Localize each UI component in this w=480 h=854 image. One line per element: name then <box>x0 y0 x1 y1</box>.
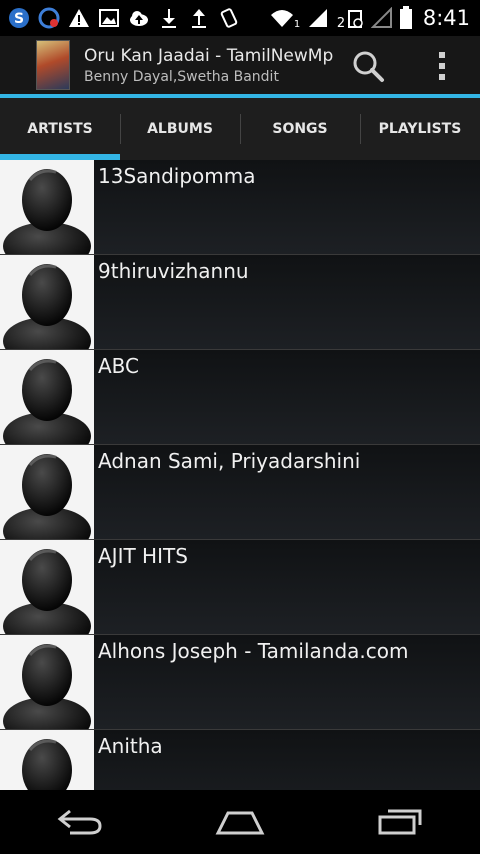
signal-empty-icon <box>370 7 393 29</box>
tab-playlists[interactable]: PLAYLISTS <box>360 98 480 160</box>
overflow-menu-icon[interactable] <box>430 48 454 84</box>
artist-row[interactable]: ABC <box>0 350 480 445</box>
artist-name: Anitha <box>98 734 163 758</box>
tab-songs[interactable]: SONGS <box>240 98 360 160</box>
svg-text:S: S <box>14 11 24 27</box>
artist-avatar-icon <box>0 160 94 254</box>
artist-avatar-icon <box>0 350 94 444</box>
recents-icon[interactable] <box>360 800 440 844</box>
artist-name: ABC <box>98 354 140 378</box>
rotate-icon <box>218 7 240 29</box>
sim2-signal-icon: 2 <box>335 7 365 29</box>
sim2-label: 2 <box>337 16 345 29</box>
warning-icon <box>68 7 90 29</box>
tab-albums[interactable]: ALBUMS <box>120 98 240 160</box>
artist-avatar-icon <box>0 540 94 634</box>
artist-name: 13Sandipomma <box>98 164 256 188</box>
app-icon <box>38 7 60 29</box>
status-bar: S 1 2 8:41 <box>0 0 480 36</box>
search-icon[interactable] <box>350 48 386 84</box>
now-playing-title: Oru Kan Jaadai - TamilNewMp3 <box>84 45 334 66</box>
upload-icon <box>188 7 210 29</box>
artist-row[interactable]: 9thiruvizhannu <box>0 255 480 350</box>
artist-name: Alhons Joseph - Tamilanda.com <box>98 639 409 663</box>
signal-icon <box>307 7 329 29</box>
cloud-upload-icon <box>128 7 150 29</box>
battery-icon <box>399 6 413 29</box>
artist-row[interactable]: AJIT HITS <box>0 540 480 635</box>
wifi-icon: 1 <box>269 7 301 29</box>
artist-row[interactable]: Adnan Sami, Priyadarshini <box>0 445 480 540</box>
artist-avatar-icon <box>0 445 94 539</box>
artist-name: 9thiruvizhannu <box>98 259 249 283</box>
tab-bar: ARTISTS ALBUMS SONGS PLAYLISTS <box>0 98 480 160</box>
tab-artists[interactable]: ARTISTS <box>0 98 120 160</box>
artist-row[interactable]: 13Sandipomma <box>0 160 480 255</box>
artist-avatar-icon <box>0 730 94 790</box>
now-playing-bar[interactable]: Oru Kan Jaadai - TamilNewMp3 Benny Dayal… <box>0 36 480 94</box>
navigation-bar <box>0 790 480 854</box>
artist-list[interactable]: 13Sandipomma 9thiruvizhannu ABC Adnan Sami,… <box>0 160 480 790</box>
clock: 8:41 <box>422 6 470 30</box>
download-icon <box>158 7 180 29</box>
image-icon <box>98 7 120 29</box>
wifi-label: 1 <box>294 19 300 29</box>
now-playing-artist: Benny Dayal,Swetha Bandit <box>84 68 279 85</box>
now-playing-text[interactable]: Oru Kan Jaadai - TamilNewMp3 Benny Dayal… <box>84 46 334 85</box>
artist-avatar-icon <box>0 255 94 349</box>
back-icon[interactable] <box>40 800 120 844</box>
album-art[interactable] <box>36 40 70 90</box>
artist-name: Adnan Sami, Priyadarshini <box>98 449 361 473</box>
artist-avatar-icon <box>0 635 94 729</box>
artist-name: AJIT HITS <box>98 544 188 568</box>
artist-row[interactable]: Alhons Joseph - Tamilanda.com <box>0 635 480 730</box>
sync-icon: S <box>8 7 30 29</box>
home-icon[interactable] <box>200 800 280 844</box>
artist-row[interactable]: Anitha <box>0 730 480 790</box>
